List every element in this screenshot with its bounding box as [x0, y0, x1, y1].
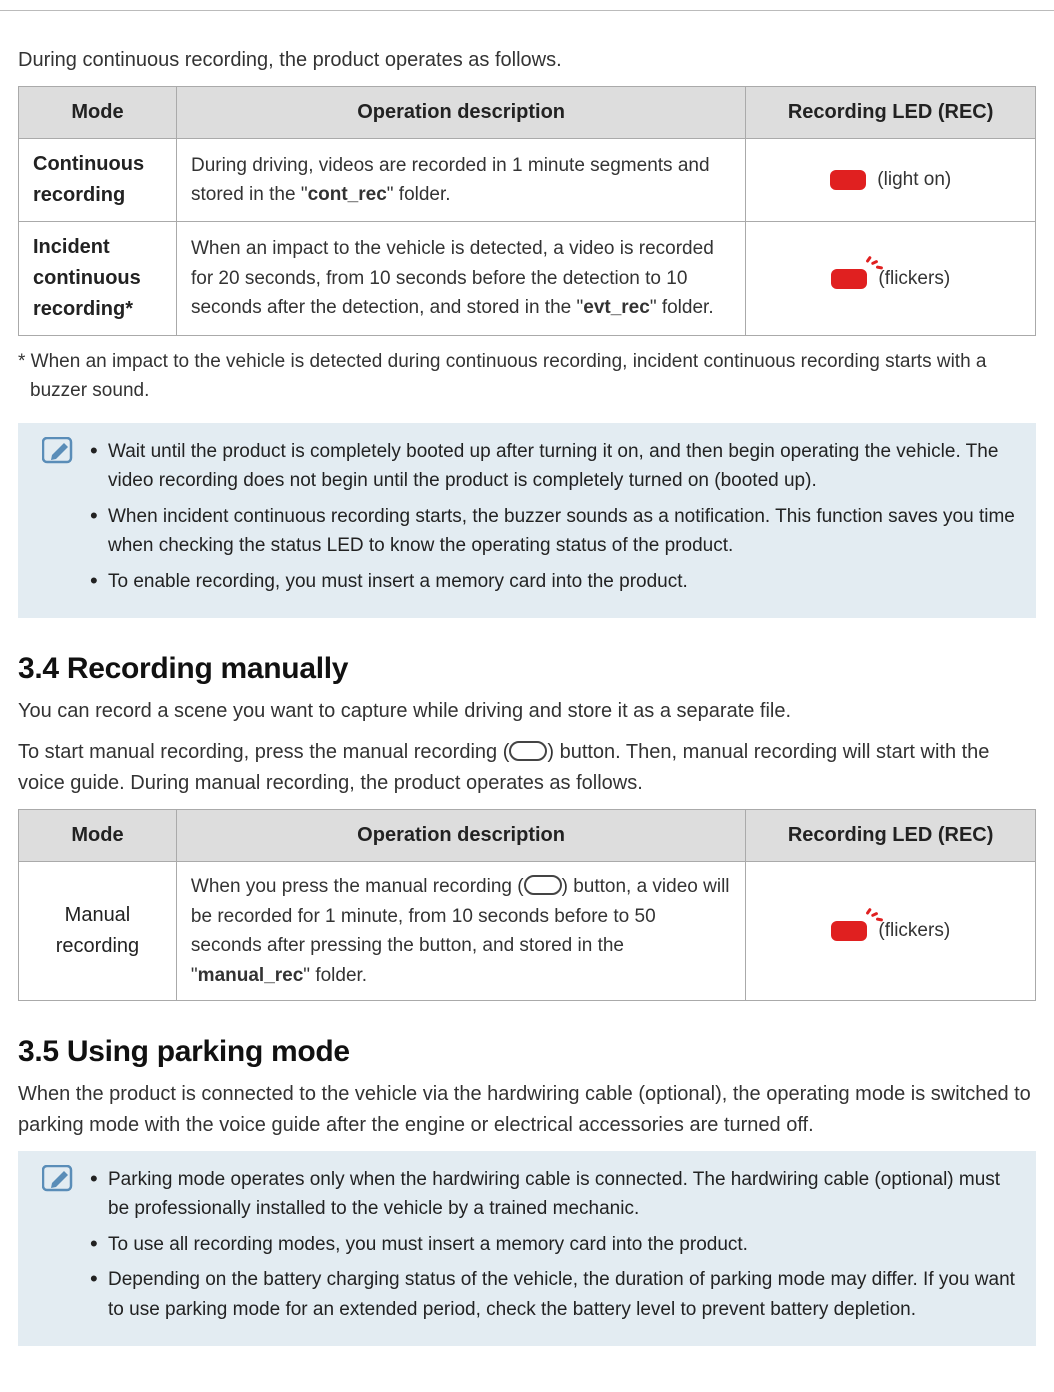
note-item: When incident continuous recording start… — [90, 502, 1016, 561]
rec-button-icon — [509, 741, 547, 761]
body-text: You can record a scene you want to captu… — [18, 696, 1036, 727]
mode-desc: When an impact to the vehicle is detecte… — [176, 222, 745, 336]
note-icon — [42, 437, 76, 476]
col-led: Recording LED (REC) — [746, 810, 1036, 862]
col-led: Recording LED (REC) — [746, 87, 1036, 139]
mode-desc: During driving, videos are recorded in 1… — [176, 139, 745, 222]
led-icon — [831, 921, 867, 941]
note-item: Depending on the battery charging status… — [90, 1265, 1016, 1324]
note-box: Parking mode operates only when the hard… — [18, 1151, 1036, 1346]
note-item: To enable recording, you must insert a m… — [90, 567, 1016, 596]
note-item: To use all recording modes, you must ins… — [90, 1230, 1016, 1259]
col-desc: Operation description — [176, 87, 745, 139]
led-icon — [830, 170, 866, 190]
continuous-recording-table: Mode Operation description Recording LED… — [18, 86, 1036, 336]
rec-button-icon — [524, 875, 562, 895]
mode-name: Manual recording — [19, 862, 177, 1001]
col-mode: Mode — [19, 810, 177, 862]
manual-recording-table: Mode Operation description Recording LED… — [18, 809, 1036, 1001]
led-status: (flickers) — [746, 862, 1036, 1001]
intro-text: During continuous recording, the product… — [18, 49, 1036, 72]
mode-name: Incident continuous recording* — [19, 222, 177, 336]
led-label: (flickers) — [878, 920, 950, 941]
section-heading-3-4: 3.4 Recording manually — [18, 652, 1036, 686]
col-mode: Mode — [19, 87, 177, 139]
table-row: Incident continuous recording* When an i… — [19, 222, 1036, 336]
note-icon — [42, 1165, 76, 1204]
led-status: (light on) — [746, 139, 1036, 222]
led-label: (flickers) — [878, 268, 950, 289]
note-box: Wait until the product is completely boo… — [18, 423, 1036, 618]
footnote: * When an impact to the vehicle is detec… — [18, 348, 1036, 405]
led-status: (flickers) — [746, 222, 1036, 336]
body-text: When the product is connected to the veh… — [18, 1079, 1036, 1141]
table-row: Continuous recording During driving, vid… — [19, 139, 1036, 222]
led-icon — [831, 269, 867, 289]
note-item: Wait until the product is completely boo… — [90, 437, 1016, 496]
mode-name: Continuous recording — [19, 139, 177, 222]
note-item: Parking mode operates only when the hard… — [90, 1165, 1016, 1224]
section-heading-3-5: 3.5 Using parking mode — [18, 1035, 1036, 1069]
mode-desc: When you press the manual recording () b… — [176, 862, 745, 1001]
body-text: To start manual recording, press the man… — [18, 737, 1036, 799]
led-label: (light on) — [877, 169, 951, 190]
table-row: Manual recording When you press the manu… — [19, 862, 1036, 1001]
col-desc: Operation description — [176, 810, 745, 862]
